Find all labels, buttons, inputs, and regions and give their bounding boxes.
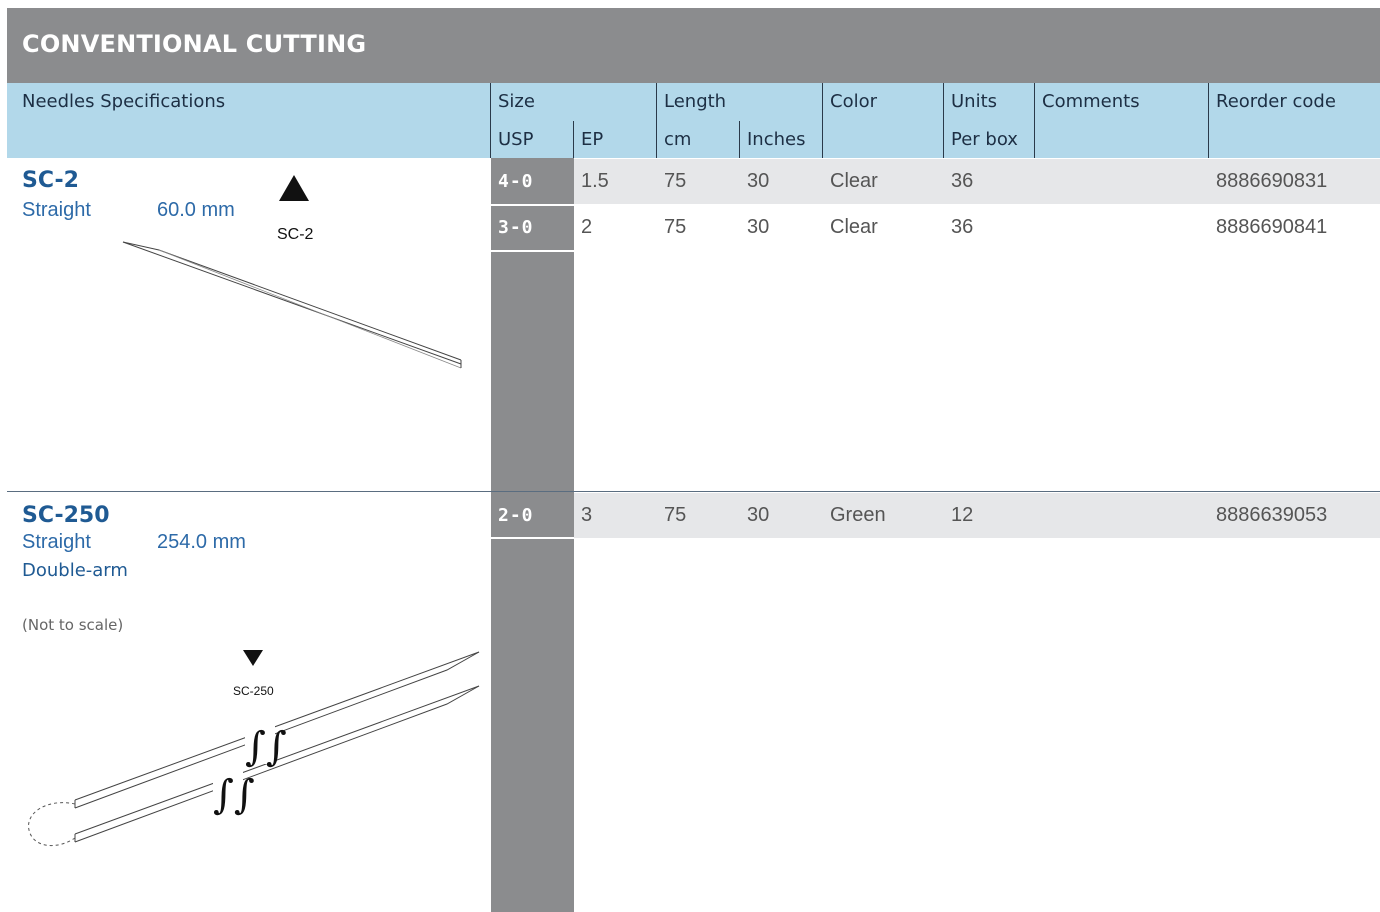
svg-text:∫∫: ∫∫ (213, 772, 255, 818)
page-title: CONVENTIONAL CUTTING (22, 30, 367, 58)
reorder-code-value: 8886639053 (1216, 504, 1328, 526)
header-length: Length (664, 91, 727, 112)
title-bar: CONVENTIONAL CUTTING (7, 8, 1380, 83)
usp-value: 2-0 (498, 505, 534, 526)
header-reorder-code: Reorder code (1216, 91, 1336, 112)
cm-value: 75 (664, 504, 687, 526)
triangle-up-icon (279, 175, 309, 201)
needle-shape: Straight (22, 531, 91, 553)
needle-shape: Straight (22, 199, 91, 221)
svg-text:∫∫: ∫∫ (245, 724, 287, 770)
header-divider (1208, 83, 1209, 158)
header-units: Units (951, 91, 998, 112)
header-divider (739, 121, 740, 158)
header-color: Color (830, 91, 877, 112)
reorder-code-value: 8886690831 (1216, 170, 1328, 192)
header-needles-specs: Needles Specifications (22, 91, 226, 112)
ep-value: 2 (581, 216, 593, 238)
section-divider (7, 491, 1380, 492)
inches-value: 30 (747, 170, 770, 192)
cm-value: 75 (664, 216, 687, 238)
row-separator (491, 250, 574, 252)
header-divider (1034, 83, 1035, 158)
header-inches: Inches (747, 129, 806, 150)
needle-length: 60.0 mm (157, 199, 235, 221)
usp-column (491, 158, 574, 912)
usp-value: 3-0 (498, 217, 534, 238)
header-divider (573, 121, 574, 158)
header-per-box: Per box (951, 129, 1018, 150)
row-separator (491, 204, 574, 206)
cm-value: 75 (664, 170, 687, 192)
ep-value: 3 (581, 504, 593, 526)
header-ep: EP (581, 129, 604, 150)
table-header: Needles Specifications Size USP EP Lengt… (7, 83, 1380, 158)
units-value: 12 (951, 504, 974, 526)
header-comments: Comments (1042, 91, 1140, 112)
catalog-page: CONVENTIONAL CUTTING Needles Specificati… (7, 8, 1380, 912)
color-value: Clear (830, 216, 878, 238)
usp-value: 4-0 (498, 171, 534, 192)
units-value: 36 (951, 170, 974, 192)
reorder-code-value: 8886690841 (1216, 216, 1328, 238)
needle-length: 254.0 mm (157, 531, 246, 553)
needle-name: SC-2 (22, 168, 79, 193)
header-usp: USP (498, 129, 534, 150)
needle-name: SC-250 (22, 503, 110, 528)
header-divider (822, 83, 823, 158)
ep-value: 1.5 (581, 170, 609, 192)
color-value: Clear (830, 170, 878, 192)
needle-double-arm-icon: ∫∫ ∫∫ (28, 651, 480, 847)
color-value: Green (830, 504, 886, 526)
row-separator (491, 537, 574, 539)
header-divider (943, 83, 944, 158)
needle-straight-icon (122, 241, 462, 369)
inches-value: 30 (747, 504, 770, 526)
units-value: 36 (951, 216, 974, 238)
header-size: Size (498, 91, 535, 112)
header-divider (656, 83, 657, 158)
not-to-scale-note: (Not to scale) (22, 616, 124, 634)
header-cm: cm (664, 129, 692, 150)
header-divider (490, 83, 491, 158)
inches-value: 30 (747, 216, 770, 238)
needle-arm-type: Double-arm (22, 560, 128, 581)
